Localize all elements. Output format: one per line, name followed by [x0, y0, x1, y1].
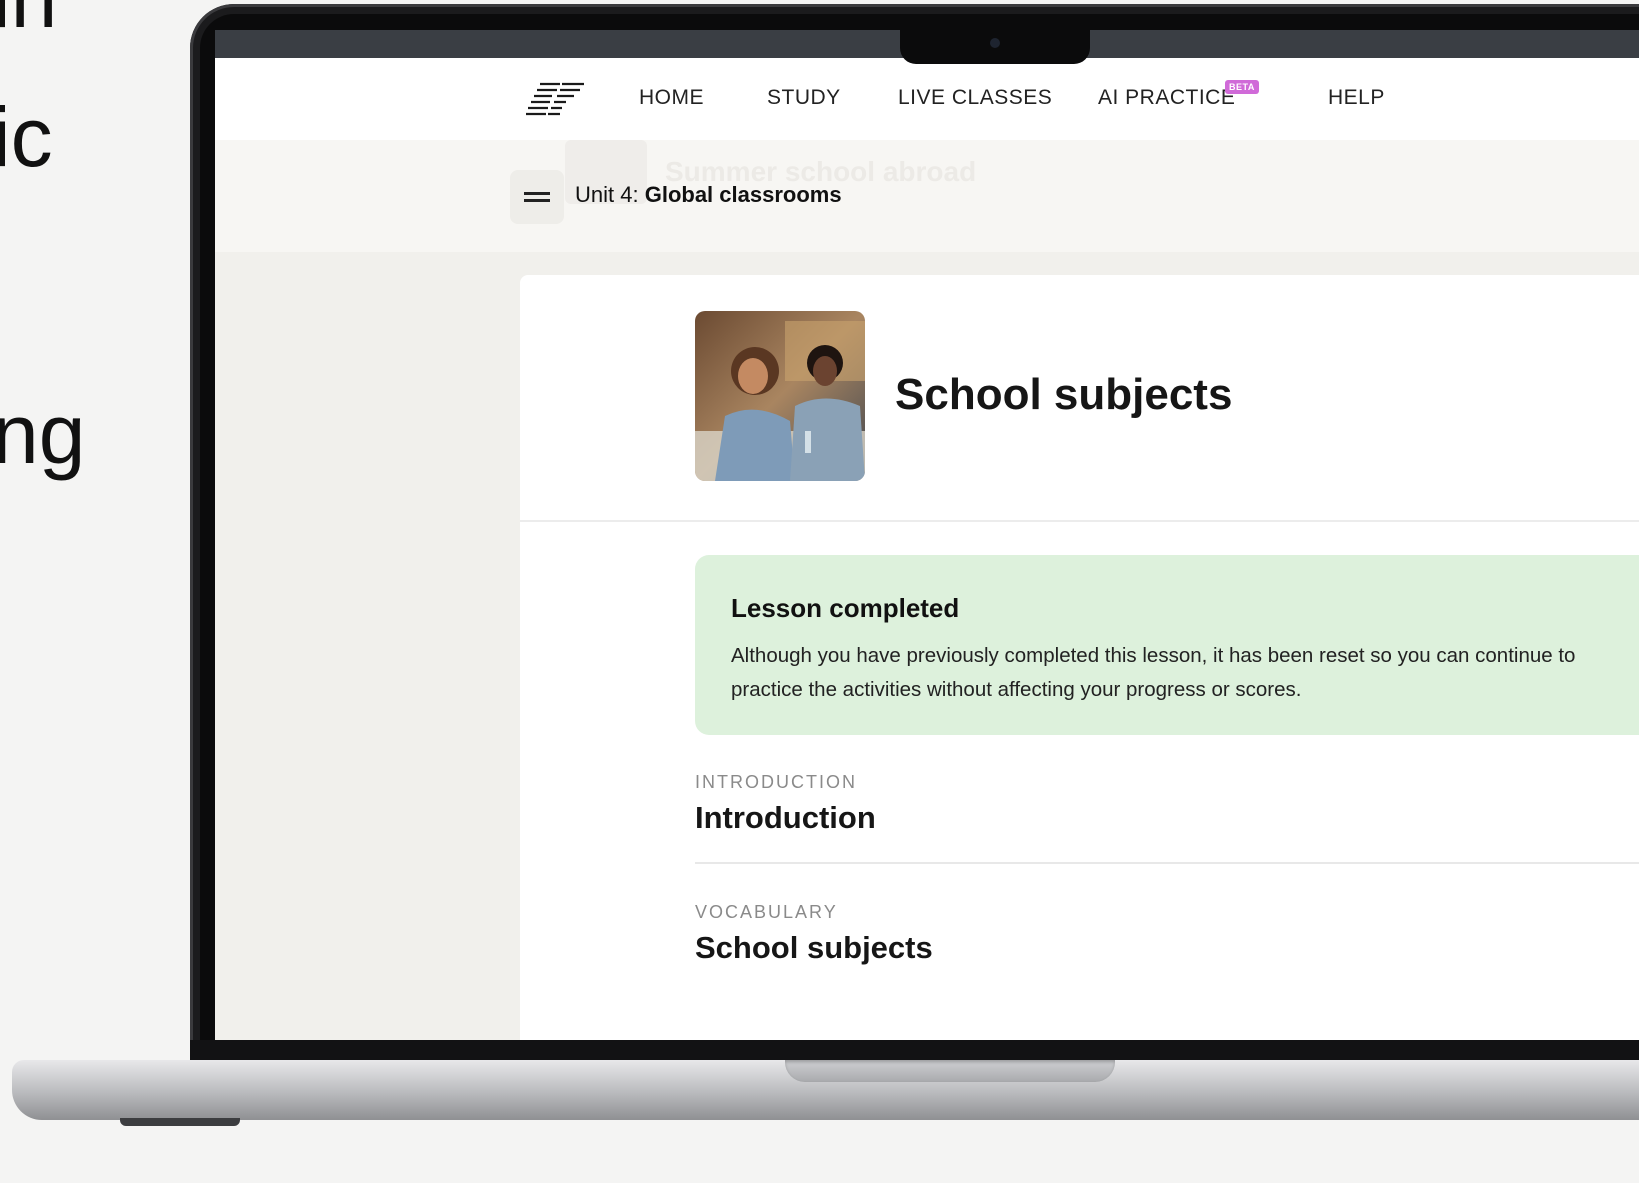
- section-kicker-introduction: INTRODUCTION: [695, 772, 857, 792]
- nav-ai-practice[interactable]: AI PRACTICE: [1098, 86, 1235, 110]
- notice-body: Although you have previously completed t…: [731, 644, 1576, 701]
- laptop-foot: [120, 1118, 240, 1126]
- ef-logo[interactable]: [525, 78, 589, 120]
- lesson-image: [695, 311, 865, 481]
- nav-help[interactable]: HELP: [1328, 86, 1385, 110]
- lesson-title: School subjects: [895, 370, 1233, 419]
- section-title-introduction[interactable]: Introduction: [695, 800, 876, 836]
- section-kicker-vocabulary: VOCABULARY: [695, 902, 838, 922]
- unit-name: Global classrooms: [644, 182, 842, 207]
- camera-notch: [900, 30, 1090, 64]
- section-divider: [695, 862, 1639, 864]
- unit-title: Unit 4: Global classrooms: [575, 182, 842, 208]
- section-title-vocabulary[interactable]: School subjects: [695, 930, 933, 966]
- laptop-screen: HOME STUDY LIVE CLASSES AI PRACTICE BETA…: [215, 30, 1639, 1040]
- slide-text-fragment-2: ic: [0, 90, 53, 184]
- lesson-card: School subjects Lesson completed Althoug…: [520, 275, 1639, 1040]
- menu-button[interactable]: [510, 170, 564, 224]
- camera-icon: [990, 38, 1000, 48]
- card-divider: [520, 520, 1639, 522]
- notice-title: Lesson completed: [731, 593, 960, 623]
- unit-header: Summer school abroad Unit 4: Global clas…: [215, 140, 1639, 252]
- nav-home[interactable]: HOME: [639, 86, 704, 110]
- slide-text-fragment-3: ng: [0, 387, 86, 481]
- lesson-completed-notice: Lesson completed Although you have previ…: [695, 555, 1639, 735]
- hamburger-icon: [524, 192, 550, 202]
- ef-logo-icon: [526, 82, 584, 116]
- beta-badge: BETA: [1225, 80, 1259, 94]
- top-navigation: HOME STUDY LIVE CLASSES AI PRACTICE BETA…: [215, 58, 1639, 141]
- nav-live-classes[interactable]: LIVE CLASSES: [898, 86, 1052, 110]
- slide-text-fragment-1: in: [0, 0, 57, 40]
- nav-study[interactable]: STUDY: [767, 86, 841, 110]
- students-photo-icon: [695, 311, 865, 481]
- laptop-base-notch: [785, 1060, 1115, 1082]
- unit-prefix: Unit 4:: [575, 182, 639, 207]
